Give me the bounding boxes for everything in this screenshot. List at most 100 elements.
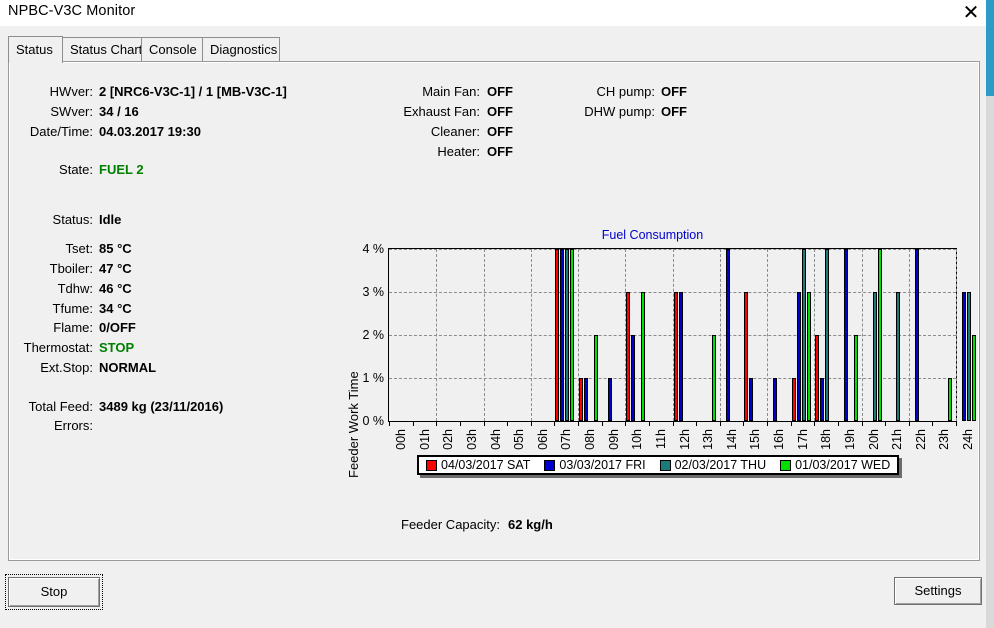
- chart-x-tick: [649, 421, 650, 426]
- info-value: OFF: [661, 104, 687, 119]
- chart-bar: [802, 249, 806, 421]
- chart-x-tick: [436, 421, 437, 426]
- tab-strip: StatusStatus Chart Console Diagnostics: [8, 36, 986, 62]
- tab-status-chart[interactable]: Status Chart: [62, 37, 142, 61]
- chart-x-tick: [838, 421, 839, 426]
- tab-console[interactable]: Console: [141, 37, 203, 61]
- feeder-capacity-label: Feeder Capacity:: [401, 517, 500, 532]
- chart-bar: [815, 335, 819, 421]
- chart-bar: [641, 292, 645, 421]
- chart-bar: [915, 249, 919, 421]
- chart-bar: [555, 249, 559, 421]
- chart-bar: [626, 292, 630, 421]
- chart-bar: [873, 292, 877, 421]
- chart-x-tick-label: 08h: [583, 429, 597, 450]
- chart-gridline-vertical: [531, 249, 532, 421]
- info-value: 0/OFF: [99, 320, 136, 335]
- tab-label: Console: [149, 42, 197, 57]
- chart-x-tick-label: 22h: [914, 429, 928, 450]
- chart-bar: [744, 292, 748, 421]
- fuel-consumption-chart: Fuel Consumption Feeder Work Time 0 %1 %…: [340, 228, 965, 483]
- window-title: NPBC-V3C Monitor: [8, 3, 135, 19]
- chart-x-tick: [673, 421, 674, 426]
- window-scrollbar[interactable]: [986, 0, 994, 628]
- chart-x-tick-label: 17h: [796, 429, 810, 450]
- chart-y-tick-label: 3 %: [362, 285, 384, 299]
- info-label: State:: [59, 162, 93, 177]
- info-label: Flame:: [53, 320, 93, 335]
- chart-bar: [608, 378, 612, 421]
- chart-x-tick: [554, 421, 555, 426]
- legend-color-swatch: [426, 460, 437, 471]
- info-value: 85 °C: [99, 241, 132, 256]
- chart-x-tick: [578, 421, 579, 426]
- legend-item: 04/03/2017 SAT: [426, 458, 530, 472]
- chart-x-tick-label: 00h: [394, 429, 408, 450]
- chart-bar: [631, 335, 635, 421]
- info-row: CH pump:OFF: [0, 84, 994, 100]
- chart-bar: [962, 292, 966, 421]
- stop-button[interactable]: Stop: [8, 577, 100, 607]
- info-row: Cleaner:OFF: [0, 124, 994, 140]
- chart-x-tick-label: 07h: [559, 429, 573, 450]
- close-icon[interactable]: ✕: [960, 2, 982, 24]
- chart-x-tick: [767, 421, 768, 426]
- chart-bar: [972, 335, 976, 421]
- chart-bar: [792, 378, 796, 421]
- chart-bar: [584, 378, 588, 421]
- info-label: Total Feed:: [29, 399, 93, 414]
- chart-x-tick-label: 09h: [607, 429, 621, 450]
- chart-bar: [570, 249, 574, 421]
- application-window: NPBC-V3C Monitor ✕ StatusStatus Chart Con…: [0, 0, 994, 628]
- chart-x-tick: [814, 421, 815, 426]
- chart-bar: [967, 292, 971, 421]
- chart-gridline-vertical: [909, 249, 910, 421]
- chart-bar: [854, 335, 858, 421]
- chart-y-tick-label: 4 %: [362, 242, 384, 256]
- chart-x-tick: [531, 421, 532, 426]
- info-value: FUEL 2: [99, 162, 144, 177]
- legend-item: 02/03/2017 THU: [660, 458, 767, 472]
- info-value: 3489 kg (23/11/2016): [99, 399, 223, 414]
- chart-bar: [726, 249, 730, 421]
- chart-y-tick-label: 1 %: [362, 371, 384, 385]
- chart-y-tick-label: 0 %: [362, 414, 384, 428]
- chart-gridline-vertical: [956, 249, 957, 421]
- chart-x-tick: [862, 421, 863, 426]
- legend-label: 03/03/2017 FRI: [559, 458, 645, 472]
- chart-x-tick-label: 02h: [441, 429, 455, 450]
- chart-x-tick: [932, 421, 933, 426]
- info-label: Tfume:: [53, 301, 93, 316]
- chart-y-axis-label: Feeder Work Time: [346, 371, 361, 478]
- chart-gridline-vertical: [862, 249, 863, 421]
- chart-bar: [749, 378, 753, 421]
- tab-diagnostics[interactable]: Diagnostics: [202, 37, 280, 61]
- chart-bar: [896, 292, 900, 421]
- settings-button[interactable]: Settings: [894, 577, 982, 605]
- info-label: CH pump:: [596, 84, 655, 99]
- chart-x-tick: [909, 421, 910, 426]
- chart-x-tick-label: 24h: [961, 429, 975, 450]
- chart-bar: [807, 292, 811, 421]
- chart-x-tick-label: 10h: [630, 429, 644, 450]
- legend-color-swatch: [780, 460, 791, 471]
- info-label: Heater:: [437, 144, 480, 159]
- chart-x-tick: [885, 421, 886, 426]
- chart-x-tick-label: 16h: [772, 429, 786, 450]
- tab-status[interactable]: Status: [8, 36, 63, 63]
- info-label: Cleaner:: [431, 124, 480, 139]
- chart-bar: [825, 249, 829, 421]
- legend-label: 04/03/2017 SAT: [441, 458, 530, 472]
- settings-button-label: Settings: [895, 578, 981, 604]
- chart-x-tick-label: 06h: [536, 429, 550, 450]
- chart-x-tick: [507, 421, 508, 426]
- info-row: State: FUEL 2: [0, 162, 994, 178]
- chart-gridline-vertical: [436, 249, 437, 421]
- info-label: Errors:: [54, 418, 93, 433]
- chart-bar: [594, 335, 598, 421]
- chart-x-tick-label: 04h: [489, 429, 503, 450]
- chart-bar: [712, 335, 716, 421]
- chart-bar: [844, 249, 848, 421]
- chart-x-tick: [720, 421, 721, 426]
- chart-x-tick-label: 01h: [418, 429, 432, 450]
